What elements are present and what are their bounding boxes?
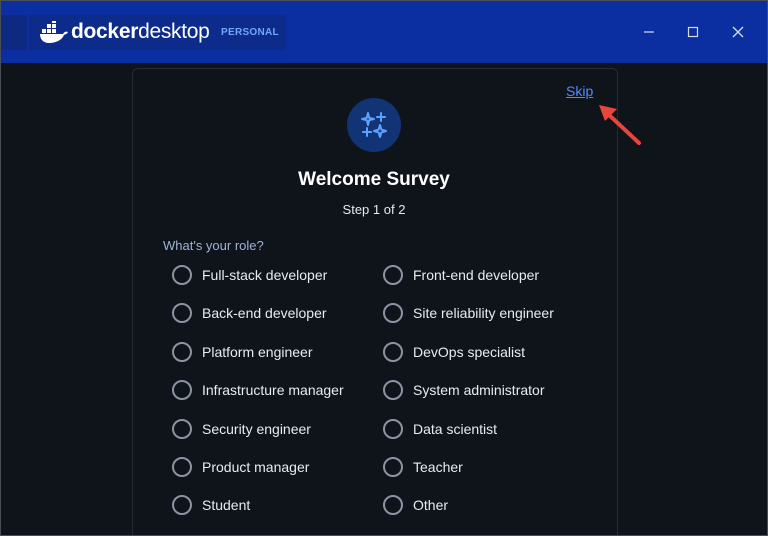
app-window: dockerdesktop PERSONAL Skip Welcome Surv…	[0, 0, 768, 536]
survey-title: Welcome Survey	[298, 169, 450, 190]
minimize-icon	[644, 31, 654, 33]
role-option[interactable]: Platform engineer	[172, 340, 313, 364]
radio-button[interactable]	[383, 303, 403, 323]
radio-button[interactable]	[172, 380, 192, 400]
radio-button[interactable]	[383, 380, 403, 400]
role-question: What's your role?	[163, 238, 264, 253]
maximize-icon	[687, 26, 699, 38]
radio-button[interactable]	[383, 495, 403, 515]
role-option[interactable]: Student	[172, 493, 250, 517]
radio-button[interactable]	[383, 265, 403, 285]
maximize-button[interactable]	[678, 17, 708, 47]
annotation-arrow-icon	[599, 105, 641, 145]
role-option[interactable]: Front-end developer	[383, 263, 539, 287]
role-option[interactable]: Data scientist	[383, 417, 497, 441]
role-option[interactable]: Full-stack developer	[172, 263, 327, 287]
close-icon	[732, 26, 744, 38]
radio-button[interactable]	[172, 303, 192, 323]
radio-button[interactable]	[172, 419, 192, 439]
role-option[interactable]: Teacher	[383, 455, 463, 479]
role-option[interactable]: Product manager	[172, 455, 309, 479]
step-indicator: Step 1 of 2	[342, 202, 406, 217]
role-option[interactable]: Site reliability engineer	[383, 301, 554, 325]
title-bar: dockerdesktop PERSONAL	[1, 1, 767, 63]
radio-button[interactable]	[383, 419, 403, 439]
role-option[interactable]: System administrator	[383, 378, 544, 402]
radio-button[interactable]	[383, 342, 403, 362]
plan-badge: PERSONAL	[221, 27, 279, 38]
brand-logo: dockerdesktop PERSONAL	[29, 15, 286, 50]
role-option[interactable]: Back-end developer	[172, 301, 327, 325]
brand-name: dockerdesktop	[71, 20, 210, 43]
radio-button[interactable]	[172, 265, 192, 285]
radio-button[interactable]	[172, 495, 192, 515]
minimize-button[interactable]	[634, 17, 664, 47]
titlebar-strip	[1, 15, 27, 50]
role-option[interactable]: Other	[383, 493, 448, 517]
close-button[interactable]	[723, 17, 753, 47]
skip-link[interactable]: Skip	[566, 83, 593, 99]
sparkles-icon	[347, 98, 401, 152]
role-option[interactable]: Security engineer	[172, 417, 311, 441]
docker-whale-icon	[40, 21, 68, 43]
role-option[interactable]: Infrastructure manager	[172, 378, 344, 402]
radio-button[interactable]	[172, 342, 192, 362]
radio-button[interactable]	[383, 457, 403, 477]
radio-button[interactable]	[172, 457, 192, 477]
role-option[interactable]: DevOps specialist	[383, 340, 525, 364]
